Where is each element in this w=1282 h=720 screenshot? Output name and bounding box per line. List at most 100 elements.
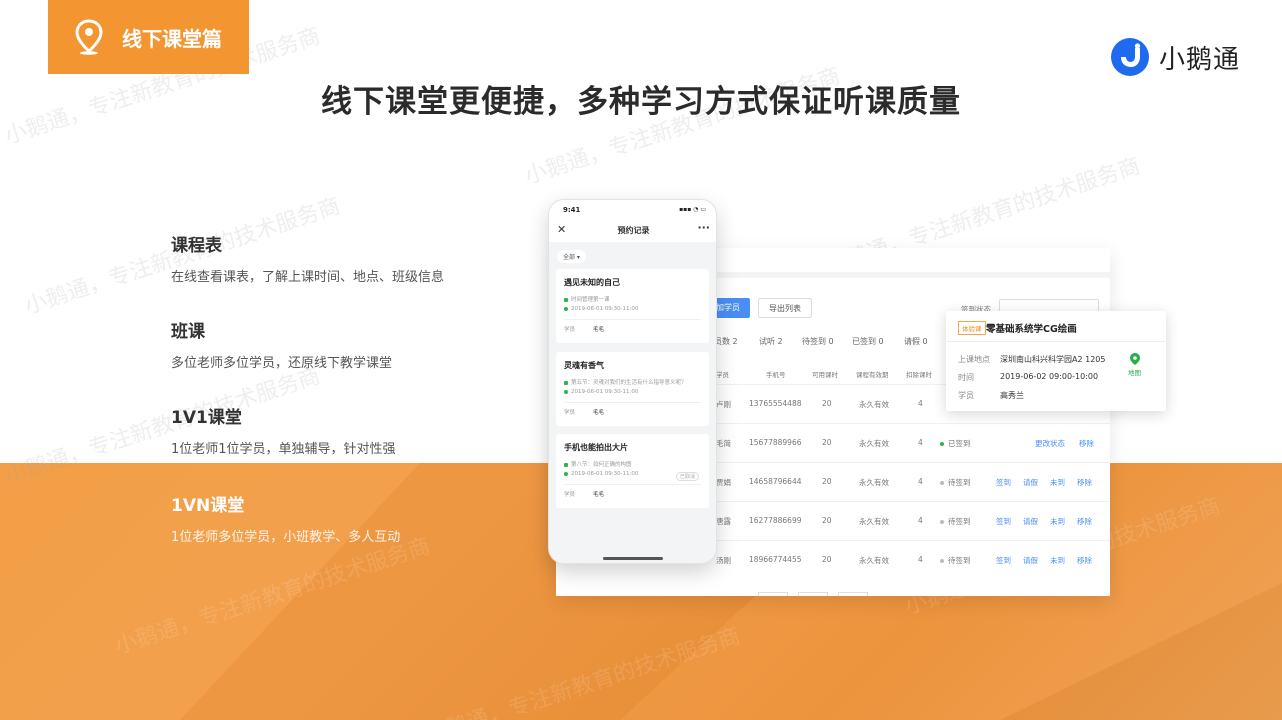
divider	[564, 319, 701, 320]
time-value: 2019-06-02 09:00-10:00	[1000, 372, 1099, 381]
feature-title: 课程表	[171, 236, 222, 256]
remove-link[interactable]: 移除	[1077, 516, 1092, 527]
feature-schedule: 课程表 在线查看课表，了解上课时间、地点、班级信息	[171, 231, 444, 285]
card-time: 2019-06-01 09:30-11:00	[564, 471, 638, 477]
map-label: 地图	[1128, 369, 1141, 377]
remove-link[interactable]: 移除	[1077, 477, 1092, 488]
filter-chip[interactable]: 全部 ▾	[557, 250, 586, 263]
stat-leave: 请假 0	[904, 337, 928, 346]
absent-link[interactable]: 未到	[1050, 516, 1065, 527]
feature-desc: 多位老师多位学员，还原线下教学课堂	[171, 356, 393, 371]
map-link[interactable]: 地图	[1128, 353, 1141, 377]
student-hours: 20	[822, 399, 832, 408]
status-pending: 待签到	[940, 555, 971, 566]
pagination-button[interactable]	[758, 592, 788, 596]
remove-link[interactable]: 移除	[1079, 438, 1094, 449]
status-signed: 已签到	[940, 438, 971, 449]
absent-link[interactable]: 未到	[1050, 477, 1065, 488]
export-list-button[interactable]: 导出列表	[758, 298, 812, 318]
card-lesson-text: 第八节：如何正确的构图	[571, 462, 632, 468]
student-validity: 永久有效	[859, 556, 889, 565]
student-label: 学员	[958, 391, 974, 400]
pagination-button[interactable]	[798, 592, 828, 596]
booking-card[interactable]: 手机也能拍出大片 第八节：如何正确的构图 2019-06-01 09:30-11…	[556, 434, 709, 508]
table-header: 学员	[716, 371, 729, 379]
card-time-text: 2019-06-01 09:30-11:00	[571, 306, 639, 312]
booking-card[interactable]: 灵魂有香气 第五节：灵魂对我们的生活有什么指导意义呢？ 2019-06-01 0…	[556, 352, 709, 426]
map-pin-icon	[1129, 353, 1140, 365]
card-student-label: 学员	[564, 410, 576, 416]
change-status-link[interactable]: 更改状态	[1035, 438, 1065, 449]
brand-logo	[1110, 38, 1149, 76]
brand: 小鹅通	[1110, 38, 1240, 76]
student-deduct: 4	[918, 555, 923, 564]
card-time: 2019-06-01 09:30-11:00	[564, 389, 638, 395]
brand-name: 小鹅通	[1158, 44, 1240, 75]
absent-link[interactable]: 未到	[1050, 555, 1065, 566]
page-headline: 线下课堂更便捷，多种学习方式保证听课质量	[321, 84, 961, 120]
leave-link[interactable]: 请假	[1023, 555, 1038, 566]
student-phone: 18966774455	[749, 555, 802, 564]
lesson-icon	[564, 462, 568, 467]
card-lesson: 第八节：如何正确的构图	[564, 460, 632, 468]
booking-card[interactable]: 遇见未知的自己 时间管理第一课 2019-06-01 09:30-11:00 学…	[556, 269, 709, 343]
student-phone: 14658796644	[749, 477, 802, 486]
table-header: 课程有效期	[856, 371, 889, 379]
map-pin-icon	[75, 19, 103, 55]
student-deduct: 4	[918, 399, 923, 408]
card-student-name: 毛毛	[593, 492, 605, 498]
more-icon[interactable]: ···	[697, 221, 710, 234]
stat-pending: 待签到 0	[802, 337, 834, 346]
stat-signed: 已签到 0	[852, 337, 884, 346]
status-pending: 待签到	[940, 477, 971, 488]
card-lesson: 第五节：灵魂对我们的生活有什么指导意义呢？	[564, 378, 687, 386]
sign-in-link[interactable]: 签到	[996, 477, 1011, 488]
status-dot	[940, 481, 944, 485]
student-validity: 永久有效	[859, 478, 889, 487]
student-phone: 15677889966	[749, 438, 802, 447]
student-name: 唐露	[716, 517, 731, 526]
student-deduct: 4	[918, 438, 923, 447]
student-validity: 永久有效	[859, 400, 889, 409]
card-lesson: 时间管理第一课	[564, 295, 610, 303]
feature-desc: 在线查看课表，了解上课时间、地点、班级信息	[171, 270, 445, 285]
student-phone: 13765554488	[749, 399, 802, 408]
student-name: 贾娟	[716, 478, 731, 487]
student-validity: 永久有效	[859, 517, 889, 526]
student-validity: 永久有效	[859, 439, 889, 448]
signal-battery-icon: ▪▪▪ ◔ ▭	[679, 206, 706, 213]
feature-desc: 1位老师多位学员，小班教学、多人互动	[171, 530, 401, 545]
home-indicator	[603, 557, 663, 560]
feature-class: 班课 多位老师多位学员，还原线下教学课堂	[171, 317, 392, 371]
card-student-name: 毛毛	[593, 410, 605, 416]
status-text: 待签到	[948, 517, 971, 526]
student-deduct: 4	[918, 516, 923, 525]
student-name: 汤刚	[716, 556, 731, 565]
cancelled-badge: 已取消	[675, 472, 699, 481]
sign-in-link[interactable]: 签到	[996, 555, 1011, 566]
card-lesson-text: 时间管理第一课	[571, 297, 610, 303]
leave-link[interactable]: 请假	[1023, 477, 1038, 488]
pagination-button[interactable]	[838, 592, 868, 596]
feature-desc: 1位老师1位学员，单独辅导，针对性强	[171, 442, 396, 457]
card-title: 遇见未知的自己	[564, 278, 620, 287]
card-student-name: 毛毛	[593, 327, 605, 333]
lesson-icon	[564, 297, 568, 302]
lesson-icon	[564, 380, 568, 385]
nav-title: 预约记录	[617, 226, 650, 235]
status-text: 待签到	[948, 556, 971, 565]
divider	[946, 341, 1166, 342]
clock-icon	[564, 389, 568, 394]
divider	[564, 484, 701, 485]
leave-link[interactable]: 请假	[1023, 516, 1038, 527]
card-title: 灵魂有香气	[564, 361, 604, 370]
card-time-text: 2019-06-01 09:30-11:00	[571, 471, 639, 477]
section-tag-label: 线下课堂篇	[122, 26, 222, 51]
feature-title: 1VN课堂	[171, 496, 245, 516]
card-student-label: 学员	[564, 492, 576, 498]
status-text: 待签到	[948, 478, 971, 487]
section-tag: 线下课堂篇	[48, 0, 249, 74]
remove-link[interactable]: 移除	[1077, 555, 1092, 566]
sign-in-link[interactable]: 签到	[996, 516, 1011, 527]
table-row: 毛简 15677889966 20 永久有效 4 已签到 更改状态 移除	[686, 423, 1110, 462]
